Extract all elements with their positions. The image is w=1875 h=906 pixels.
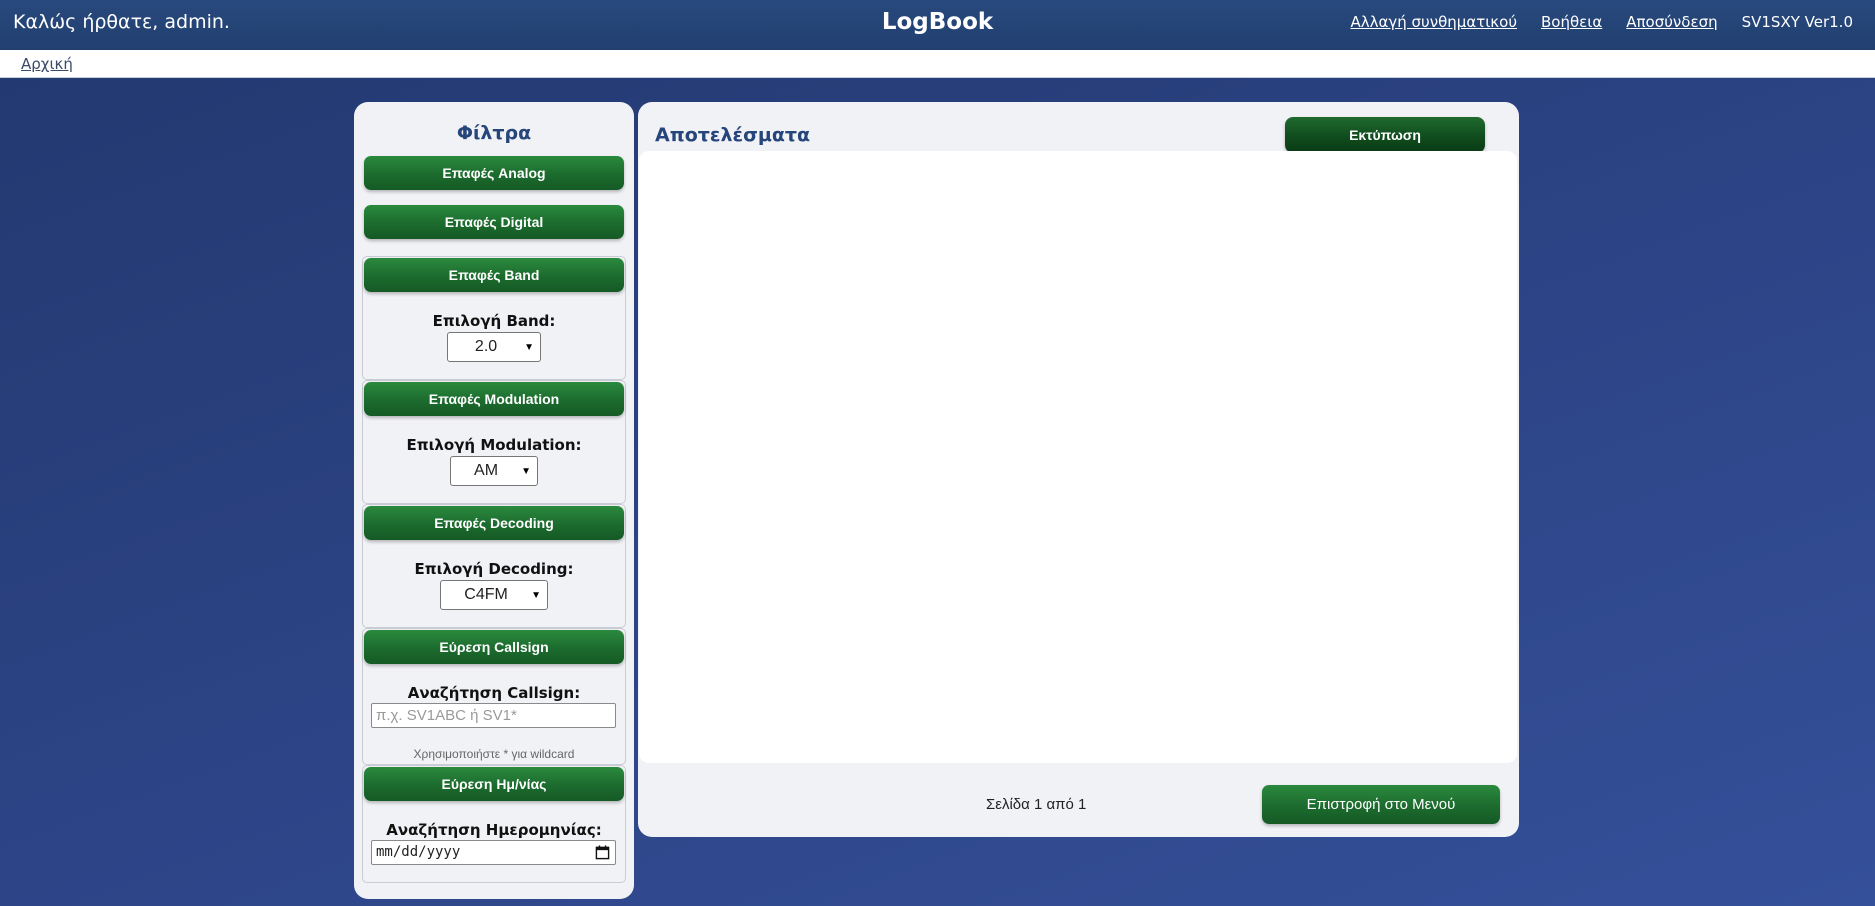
find-callsign-button[interactable]: Εύρεση Callsign (364, 630, 624, 664)
logout-link[interactable]: Αποσύνδεση (1626, 13, 1717, 31)
breadcrumb: Αρχική (0, 50, 1875, 78)
change-password-link[interactable]: Αλλαγή συνθηματικού (1350, 13, 1517, 31)
version-label: SV1SXY Ver1.0 (1741, 13, 1853, 31)
chevron-down-icon: ▼ (521, 465, 531, 477)
band-filter-box: Επαφές Band Επιλογή Band: 2.0 ▼ (362, 256, 626, 380)
modulation-select-label: Επιλογή Modulation: (406, 436, 582, 454)
wildcard-hint: Χρησιμοποιήστε * για wildcard (413, 747, 575, 761)
decoding-filter-box: Επαφές Decoding Επιλογή Decoding: C4FM ▼ (362, 504, 626, 628)
calendar-icon[interactable] (595, 845, 610, 860)
filters-panel: Φίλτρα Επαφές Analog Επαφές Digital Επαφ… (354, 102, 634, 899)
filters-title: Φίλτρα (456, 122, 532, 144)
page-info: Σελίδα 1 από 1 (986, 796, 1087, 813)
decoding-select[interactable]: C4FM ▼ (440, 580, 548, 610)
date-search-input[interactable]: mm/dd/yyyy (371, 840, 616, 865)
top-bar: Καλώς ήρθατε, admin. LogBook Αλλαγή συνθ… (0, 0, 1875, 50)
breadcrumb-home-link[interactable]: Αρχική (21, 55, 73, 73)
callsign-filter-box: Εύρεση Callsign Αναζήτηση Callsign: π.χ.… (362, 628, 626, 765)
modulation-select[interactable]: AM ▼ (450, 456, 538, 486)
back-to-menu-button[interactable]: Επιστροφή στο Μενού (1262, 785, 1500, 824)
help-link[interactable]: Βοήθεια (1541, 13, 1602, 31)
date-filter-box: Εύρεση Ημ/νίας Αναζήτηση Ημερομηνίας: mm… (362, 765, 626, 883)
results-panel: Αποτελέσματα Εκτύπωση Σελίδα 1 από 1 Επι… (638, 102, 1519, 837)
top-nav: Αλλαγή συνθηματικού Βοήθεια Αποσύνδεση S… (1350, 13, 1853, 31)
band-contacts-button[interactable]: Επαφές Band (364, 258, 624, 292)
modulation-contacts-button[interactable]: Επαφές Modulation (364, 382, 624, 416)
welcome-message: Καλώς ήρθατε, admin. (13, 11, 230, 33)
decoding-select-label: Επιλογή Decoding: (414, 560, 574, 578)
results-title: Αποτελέσματα (655, 124, 811, 146)
results-area (639, 151, 1517, 763)
date-search-label: Αναζήτηση Ημερομηνίας: (386, 821, 602, 839)
band-select-label: Επιλογή Band: (432, 312, 556, 330)
chevron-down-icon: ▼ (524, 341, 534, 353)
callsign-search-input[interactable]: π.χ. SV1ABC ή SV1* (371, 703, 616, 728)
analog-contacts-button[interactable]: Επαφές Analog (364, 156, 624, 190)
digital-contacts-button[interactable]: Επαφές Digital (364, 205, 624, 239)
band-select[interactable]: 2.0 ▼ (447, 332, 541, 362)
chevron-down-icon: ▼ (531, 589, 541, 601)
callsign-search-label: Αναζήτηση Callsign: (407, 684, 581, 702)
modulation-filter-box: Επαφές Modulation Επιλογή Modulation: AM… (362, 380, 626, 504)
find-date-button[interactable]: Εύρεση Ημ/νίας (364, 767, 624, 801)
decoding-contacts-button[interactable]: Επαφές Decoding (364, 506, 624, 540)
print-button[interactable]: Εκτύπωση (1285, 117, 1485, 153)
